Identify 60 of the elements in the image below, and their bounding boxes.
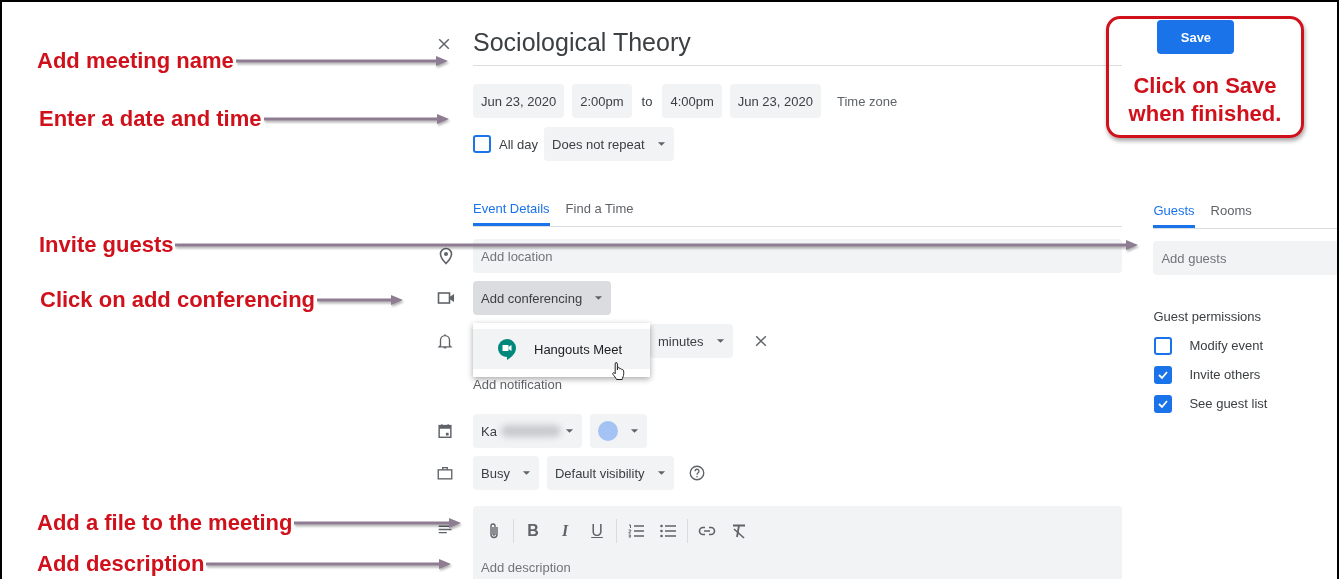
- annotation-label: Add description: [37, 551, 205, 577]
- caret-icon: [629, 428, 639, 434]
- checkbox[interactable]: [473, 135, 491, 153]
- checkbox[interactable]: [1154, 394, 1173, 413]
- description-placeholder: Add description: [481, 560, 572, 575]
- caret-icon: [521, 470, 531, 476]
- caret-icon: [594, 295, 604, 301]
- bell-icon: [436, 332, 454, 350]
- caret-icon: [656, 141, 666, 147]
- permission-label: Modify event: [1189, 338, 1264, 353]
- caret-icon: [564, 428, 574, 434]
- save-button[interactable]: Save: [1157, 20, 1235, 54]
- location-field[interactable]: Add location: [473, 239, 1123, 273]
- calendar-icon: [436, 422, 454, 440]
- all-day-label: All day: [499, 136, 539, 152]
- annotation-label: Click on add conferencing: [40, 287, 316, 313]
- start-date-field[interactable]: Jun 23, 2020: [473, 84, 565, 118]
- underline-button[interactable]: U: [584, 518, 610, 544]
- notification-unit-dropdown[interactable]: minutes: [650, 324, 733, 358]
- annotation-label: Enter a date and time: [39, 106, 262, 132]
- calendar-dropdown[interactable]: Ka: [473, 414, 582, 448]
- permission-label: See guest list: [1189, 396, 1268, 411]
- conferencing-dropdown[interactable]: Add conferencing: [473, 281, 612, 315]
- checkbox[interactable]: [1154, 336, 1173, 355]
- separator-label: to: [641, 93, 653, 109]
- annotation-label: Add a file to the meeting: [37, 510, 293, 536]
- close-icon: [436, 36, 452, 52]
- tab[interactable]: Find a Time: [565, 191, 634, 226]
- tab[interactable]: Guests: [1153, 193, 1195, 228]
- start-time-field[interactable]: 2:00pm: [572, 84, 632, 118]
- caret-icon: [715, 338, 725, 344]
- numbered-list-icon: [626, 521, 646, 541]
- briefcase-icon: [436, 464, 454, 482]
- time-zone-link[interactable]: Time zone: [836, 93, 898, 109]
- color-dropdown[interactable]: [589, 414, 647, 448]
- end-date-field[interactable]: Jun 23, 2020: [729, 84, 821, 118]
- checkbox[interactable]: [1154, 365, 1173, 384]
- blurred-text: [500, 425, 561, 437]
- visibility-dropdown[interactable]: Default visibility: [546, 456, 674, 490]
- tab[interactable]: Rooms: [1210, 193, 1252, 228]
- description-field[interactable]: B I U Add description: [473, 506, 1123, 579]
- menu-item[interactable]: Hangouts Meet: [473, 329, 650, 369]
- add-notification-link[interactable]: Add notification: [473, 375, 1123, 395]
- chat-bubble-icon: [497, 338, 517, 360]
- event-title[interactable]: Sociological Theory: [473, 2, 1123, 66]
- availability-dropdown[interactable]: Busy: [473, 456, 539, 490]
- callout-text: Click on Save when finished.: [1127, 72, 1283, 128]
- repeat-dropdown[interactable]: Does not repeat: [544, 127, 674, 161]
- help-icon: [687, 464, 706, 482]
- color-swatch: [597, 421, 618, 441]
- bold-button[interactable]: B: [520, 518, 546, 544]
- annotation-label: Invite guests: [39, 232, 174, 258]
- tab[interactable]: Event Details: [473, 191, 550, 226]
- guests-field[interactable]: Add guests: [1153, 241, 1337, 275]
- permission-label: Invite others: [1189, 367, 1261, 382]
- end-time-field[interactable]: 4:00pm: [662, 84, 722, 118]
- annotation-label: Add meeting name: [37, 48, 234, 74]
- guest-permissions-heading: Guest permissions: [1153, 309, 1263, 325]
- caret-icon: [656, 470, 666, 476]
- italic-button[interactable]: I: [552, 518, 578, 544]
